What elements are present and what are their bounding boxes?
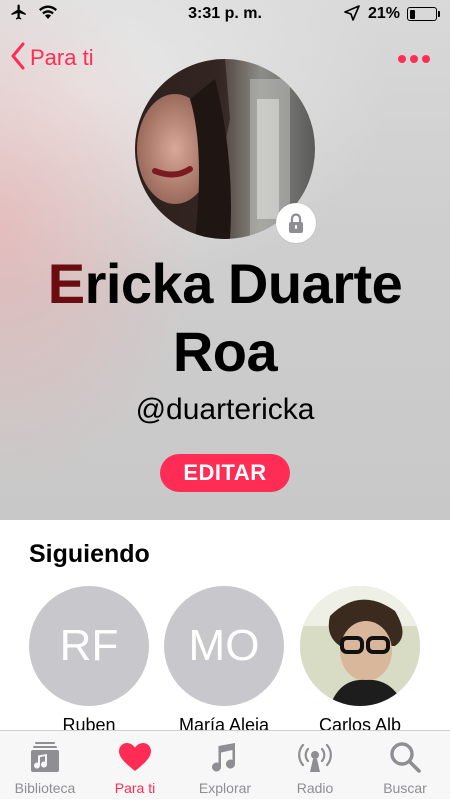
tab-label: Buscar (383, 780, 427, 796)
library-icon (0, 739, 90, 775)
profile-handle: @duartericka (135, 393, 315, 426)
profile-name-first: ricka Duarte (84, 252, 403, 315)
tab-para-ti[interactable]: Para ti (90, 731, 180, 800)
following-item[interactable]: RF Ruben (29, 586, 149, 736)
avatar: RF (29, 586, 149, 706)
tab-explorar[interactable]: Explorar (180, 731, 270, 800)
search-icon (360, 739, 450, 775)
tab-label: Para ti (114, 780, 156, 796)
location-arrow-icon (344, 5, 360, 26)
chevron-left-icon (10, 41, 26, 76)
profile-name-first-letter: E (47, 252, 85, 315)
following-item[interactable]: Carlos Alb (300, 586, 420, 736)
avatar (300, 586, 420, 706)
tab-label: Radio (296, 780, 334, 796)
back-button-label: Para ti (30, 45, 94, 70)
radio-icon (270, 739, 360, 775)
following-section: Siguiendo RF Ruben MO María Aleja Carlos… (0, 520, 450, 735)
tab-buscar[interactable]: Buscar (360, 731, 450, 800)
profile-name-last: Roa (172, 320, 278, 383)
battery-percentage: 21% (368, 5, 401, 22)
battery-icon (407, 7, 440, 21)
edit-button[interactable]: EDITAR (160, 454, 290, 492)
more-dots-icon[interactable] (396, 52, 432, 64)
following-item[interactable]: MO María Aleja (164, 586, 284, 736)
following-title: Siguiendo (29, 540, 150, 568)
lock-icon (276, 203, 316, 243)
tab-radio[interactable]: Radio (270, 731, 360, 800)
tab-label: Explorar (198, 780, 252, 796)
back-button[interactable]: Para ti (10, 40, 94, 76)
profile-name: Ericka Duarte Roa (0, 250, 450, 386)
heart-icon (90, 739, 180, 775)
tab-label: Biblioteca (14, 780, 76, 796)
status-bar: 3:31 p. m. 21% (0, 0, 450, 30)
tab-bar: Biblioteca Para ti Explorar Radio Buscar (0, 730, 450, 799)
music-note-icon (180, 739, 270, 775)
avatar: MO (164, 586, 284, 706)
tab-biblioteca[interactable]: Biblioteca (0, 731, 90, 800)
